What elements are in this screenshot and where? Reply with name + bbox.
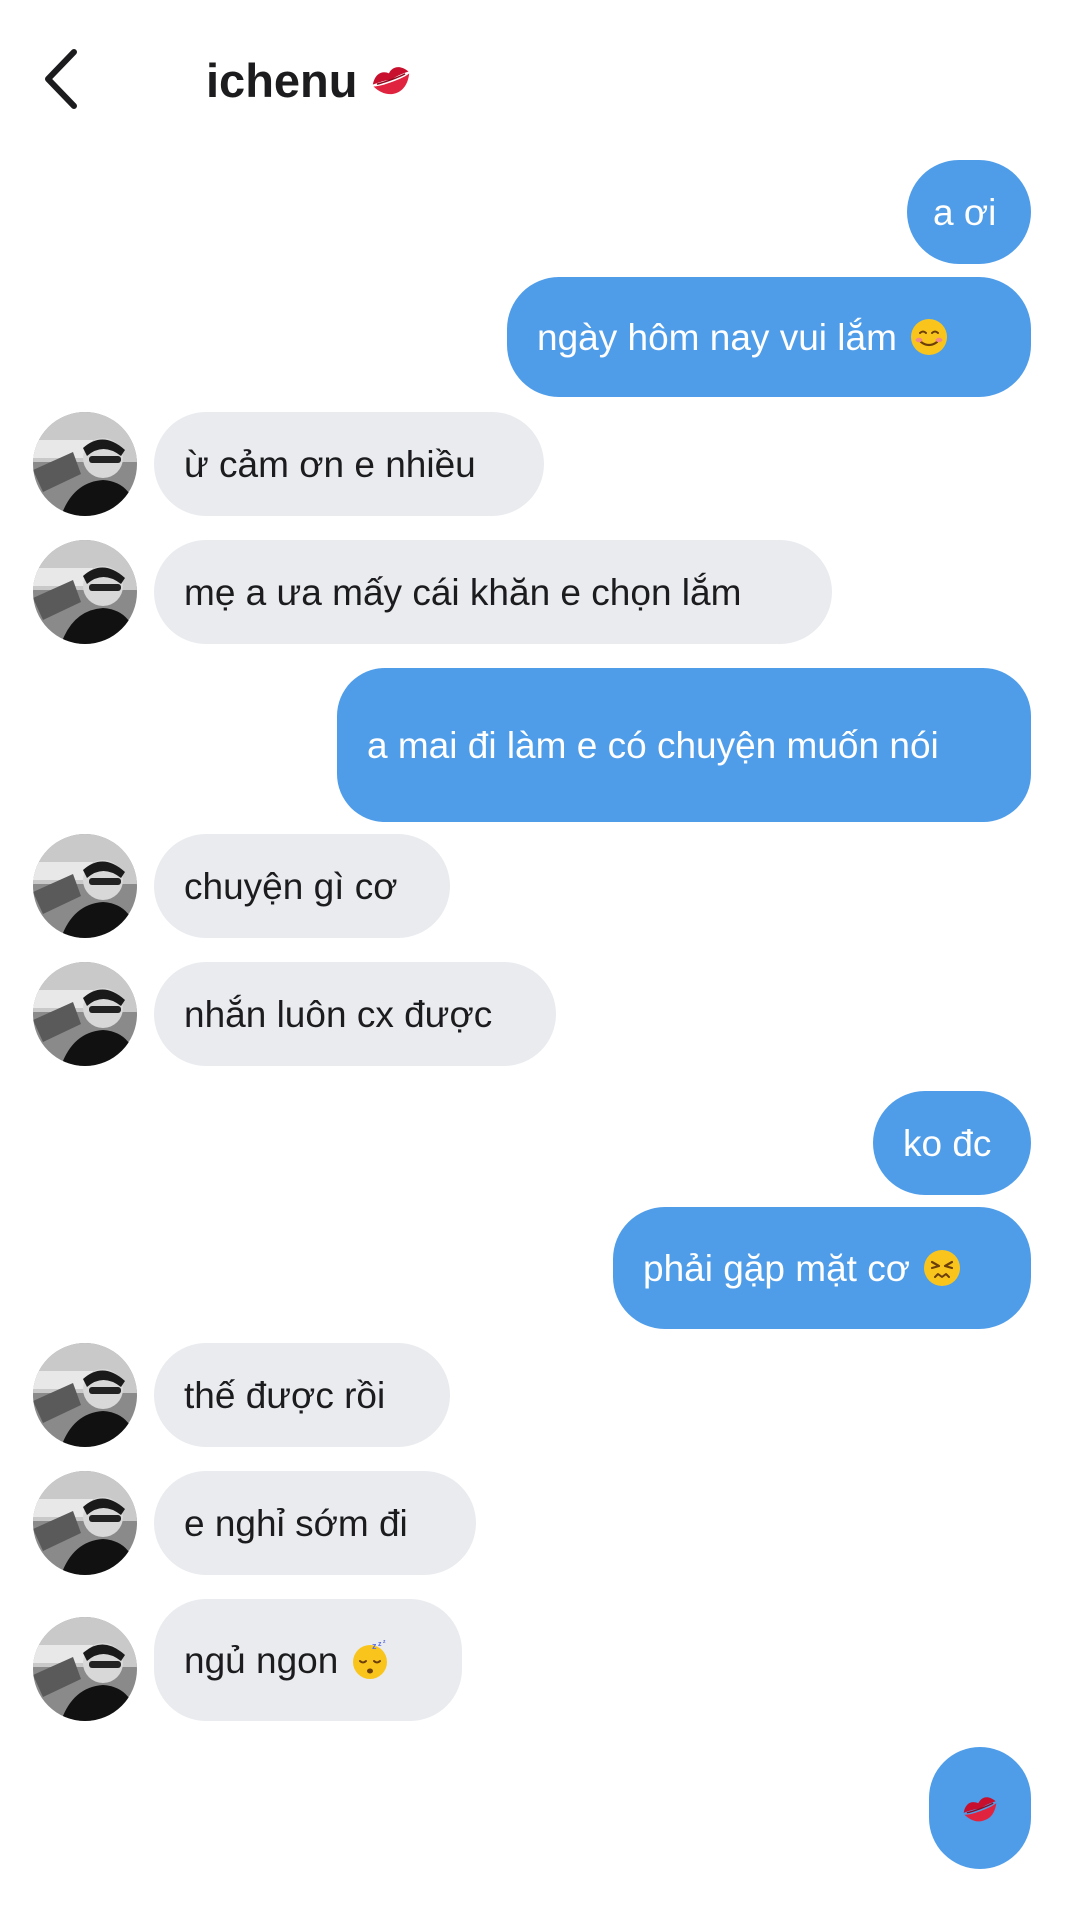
message-bubble-incoming[interactable]: ừ cảm ơn e nhiều [154, 412, 544, 516]
smiling-face-icon [909, 317, 949, 357]
chat-header: ichenu [0, 0, 1069, 150]
message-bubble-outgoing[interactable] [929, 1747, 1031, 1869]
avatar[interactable] [33, 962, 137, 1066]
message-bubble-outgoing[interactable]: ngày hôm nay vui lắm [507, 277, 1031, 397]
avatar[interactable] [33, 1617, 137, 1721]
message-text: ừ cảm ơn e nhiều [184, 443, 476, 485]
message-bubble-incoming[interactable]: nhắn luôn cx được [154, 962, 556, 1066]
message-text: a mai đi làm e có chuyện muốn nói [367, 724, 939, 766]
message-text: phải gặp mặt cơ [643, 1247, 910, 1289]
avatar[interactable] [33, 1471, 137, 1575]
message-bubble-incoming[interactable]: thế được rồi [154, 1343, 450, 1447]
message-text: ngày hôm nay vui lắm [537, 316, 897, 358]
message-bubble-incoming[interactable]: chuyện gì cơ [154, 834, 450, 938]
svg-text:z: z [383, 1640, 386, 1645]
contact-name[interactable]: ichenu [206, 50, 357, 112]
persevering-face-icon [922, 1248, 962, 1288]
avatar[interactable] [33, 834, 137, 938]
message-bubble-incoming[interactable]: e nghỉ sớm đi [154, 1471, 476, 1575]
message-bubble-outgoing[interactable]: ko đc [873, 1091, 1031, 1195]
avatar[interactable] [33, 1343, 137, 1447]
kiss-mark-icon [960, 1788, 1000, 1828]
message-text: ko đc [903, 1122, 992, 1164]
svg-text:z: z [372, 1641, 377, 1651]
message-bubble-outgoing[interactable]: a ơi [907, 160, 1031, 264]
kiss-mark-icon [368, 56, 414, 102]
avatar[interactable] [33, 540, 137, 644]
message-text: nhắn luôn cx được [184, 993, 493, 1035]
message-text: a ơi [933, 191, 997, 233]
back-button[interactable] [36, 44, 92, 114]
svg-text:z: z [378, 1641, 382, 1648]
message-text: ngủ ngon [184, 1639, 339, 1681]
message-text: mẹ a ưa mấy cái khăn e chọn lắm [184, 571, 742, 613]
chevron-left-icon [45, 49, 77, 109]
message-bubble-outgoing[interactable]: a mai đi làm e có chuyện muốn nói [337, 668, 1031, 822]
message-text: thế được rồi [184, 1374, 386, 1416]
message-text: chuyện gì cơ [184, 865, 398, 907]
message-bubble-incoming[interactable]: mẹ a ưa mấy cái khăn e chọn lắm [154, 540, 832, 644]
message-bubble-incoming[interactable]: ngủ ngon z z z [154, 1599, 462, 1721]
message-bubble-outgoing[interactable]: phải gặp mặt cơ [613, 1207, 1031, 1329]
message-text: e nghỉ sớm đi [184, 1502, 408, 1544]
avatar[interactable] [33, 412, 137, 516]
sleeping-face-icon: z z z [350, 1640, 390, 1680]
